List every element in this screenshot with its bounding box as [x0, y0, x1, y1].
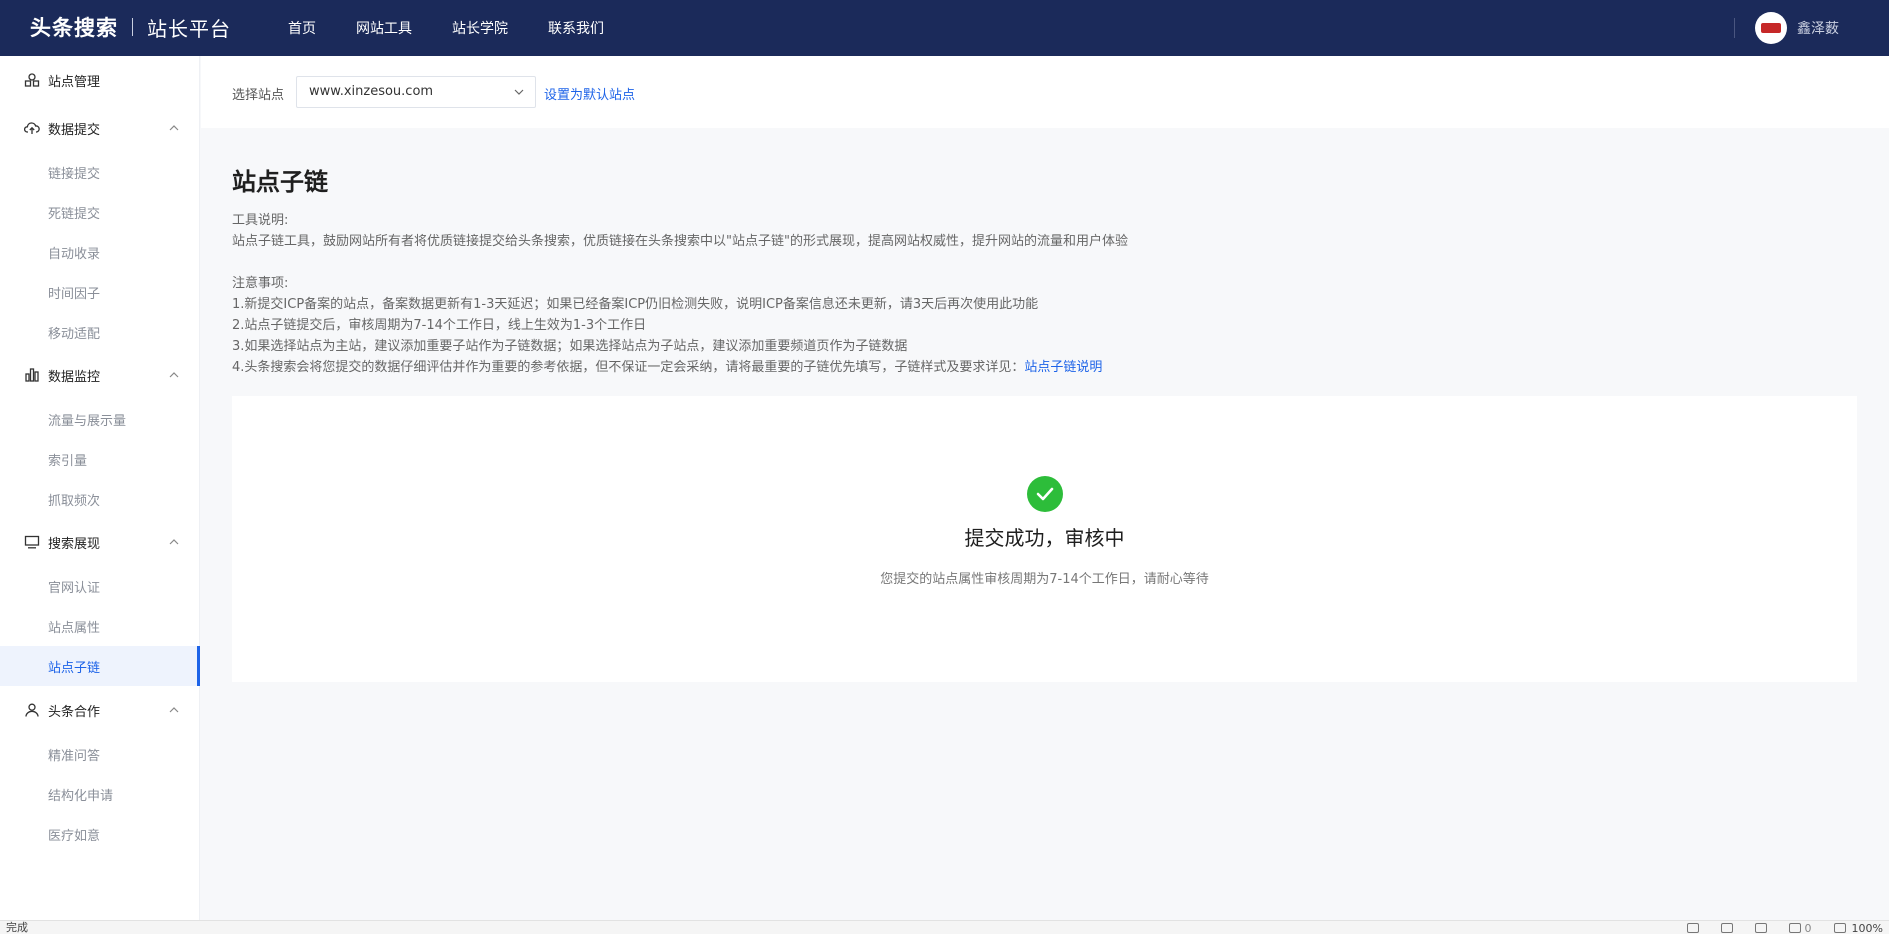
tool-description: 工具说明: 站点子链工具，鼓励网站所有者将优质链接提交给头条搜索，优质链接在头条… — [232, 210, 1857, 378]
sidebar-item-site-sublinks[interactable]: 站点子链 — [0, 646, 200, 686]
sidebar-item-precise-qa[interactable]: 精准问答 — [0, 736, 200, 772]
bar-chart-icon — [25, 368, 39, 382]
sidebar-group-label: 数据监控 — [48, 369, 101, 385]
browser-status-bar: 完成 0 100% — [0, 920, 1889, 934]
notes-heading: 注意事项: — [232, 276, 289, 291]
chevron-up-icon — [169, 125, 179, 131]
sidebar-item-crawl-frequency[interactable]: 抓取频次 — [0, 481, 200, 517]
sidebar-item-label: 流量与展示量 — [48, 413, 127, 429]
tool-desc-heading: 工具说明: — [232, 213, 289, 228]
chevron-up-icon — [169, 539, 179, 545]
page-title: 站点子链 — [232, 168, 328, 196]
result-subtitle: 您提交的站点属性审核周期为7-14个工作日，请耐心等待 — [880, 572, 1209, 587]
tool-desc-text: 站点子链工具，鼓励网站所有者将优质链接提交给头条搜索，优质链接在头条搜索中以"站… — [232, 234, 1128, 249]
nav-home[interactable]: 首页 — [288, 18, 316, 38]
sidebar-item-label: 站点管理 — [48, 74, 101, 90]
brand-sub-text: 站长平台 — [147, 16, 231, 41]
download-icon[interactable] — [1754, 923, 1767, 933]
sidebar-item-medical-ruyi[interactable]: 医疗如意 — [0, 816, 200, 852]
sidebar-item-structured-application[interactable]: 结构化申请 — [0, 776, 200, 812]
speaker-icon[interactable] — [1720, 923, 1733, 933]
sidebar-item-label: 索引量 — [48, 453, 88, 469]
sidebar-item-site-attributes[interactable]: 站点属性 — [0, 608, 200, 644]
note-item: 3.如果选择站点为主站，建议添加重要子站作为子链数据；如果选择站点为子站点，建议… — [232, 339, 908, 354]
sidebar-item-label: 医疗如意 — [48, 828, 101, 844]
sidebar-item-link-submit[interactable]: 链接提交 — [0, 154, 200, 190]
status-text: 完成 — [6, 921, 28, 934]
chevron-down-icon — [514, 89, 524, 95]
sidebar-item-time-factor[interactable]: 时间因子 — [0, 274, 200, 310]
sidebar-group-data-submit[interactable]: 数据提交 — [0, 110, 200, 146]
sidebar-item-label: 站点子链 — [48, 660, 101, 676]
brand-divider — [132, 18, 133, 36]
sidebar-group-toutiao-cooperation[interactable]: 头条合作 — [0, 692, 200, 728]
brand-main-text: 头条搜索 — [30, 16, 118, 40]
success-check-icon — [1027, 476, 1063, 512]
sidebar-group-label: 搜索展现 — [48, 536, 101, 552]
sidebar-item-label: 时间因子 — [48, 286, 101, 302]
sidebar-item-dead-link-submit[interactable]: 死链提交 — [0, 194, 200, 230]
note-item: 1.新提交ICP备案的站点，备案数据更新有1-3天延迟；如果已经备案ICP仍旧检… — [232, 297, 1039, 312]
site-select-label: 选择站点 — [232, 88, 285, 103]
sidebar-group-data-monitor[interactable]: 数据监控 — [0, 357, 200, 393]
sidebar-item-label: 结构化申请 — [48, 788, 114, 804]
nav-webmaster-academy[interactable]: 站长学院 — [452, 18, 508, 38]
note-item-4: 4.头条搜索会将您提交的数据仔细评估并作为重要的参考依据，但不保证一定会采纳，请… — [232, 357, 1857, 378]
sidebar-group-search-display[interactable]: 搜索展现 — [0, 524, 200, 560]
sidebar-item-label: 自动收录 — [48, 246, 101, 262]
sidebar-item-label: 精准问答 — [48, 748, 101, 764]
top-navigation-bar: 头条搜索 站长平台 首页 网站工具 站长学院 联系我们 鑫泽薮 — [0, 0, 1889, 56]
sidebar-item-official-site-cert[interactable]: 官网认证 — [0, 568, 200, 604]
shield-check-icon[interactable] — [1686, 923, 1699, 933]
sidebar-item-label: 站点属性 — [48, 620, 101, 636]
result-title: 提交成功，审核中 — [964, 526, 1125, 550]
note-item-4-text: 4.头条搜索会将您提交的数据仔细评估并作为重要的参考依据，但不保证一定会采纳，请… — [232, 360, 1025, 375]
blocked-count-icon[interactable] — [1788, 923, 1801, 933]
sidebar-item-label: 链接提交 — [48, 166, 101, 182]
avatar-logo-icon — [1761, 23, 1781, 33]
sidebar-item-label: 移动适配 — [48, 326, 101, 342]
nav-site-tools[interactable]: 网站工具 — [356, 18, 412, 38]
chevron-up-icon — [169, 372, 179, 378]
nav-contact-us[interactable]: 联系我们 — [548, 18, 604, 38]
site-manage-icon — [24, 73, 40, 87]
monitor-icon — [24, 535, 40, 549]
avatar[interactable] — [1755, 12, 1787, 44]
status-tray: 0 100% — [1665, 921, 1883, 934]
set-default-site-link[interactable]: 设置为默认站点 — [544, 84, 635, 103]
user-name[interactable]: 鑫泽薮 — [1797, 18, 1839, 38]
zoom-icon[interactable] — [1833, 923, 1846, 933]
user-icon — [25, 703, 39, 717]
sidebar-item-label: 官网认证 — [48, 580, 101, 596]
sidebar-item-index-volume[interactable]: 索引量 — [0, 441, 200, 477]
user-menu[interactable]: 鑫泽薮 — [1734, 10, 1839, 46]
site-select-value: www.xinzesou.com — [309, 84, 434, 99]
sidebar: 站点管理 数据提交 链接提交 死链提交 自动收录 时间因子 移动适配 数据监控 … — [0, 56, 200, 920]
sidebar-group-label: 数据提交 — [48, 122, 101, 138]
site-select-dropdown[interactable]: www.xinzesou.com — [296, 76, 536, 108]
sidebar-item-label: 死链提交 — [48, 206, 101, 222]
main-nav: 首页 网站工具 站长学院 联系我们 — [288, 0, 644, 56]
user-divider — [1734, 18, 1735, 38]
note-item: 2.站点子链提交后，审核周期为7-14个工作日，线上生效为1-3个工作日 — [232, 318, 647, 333]
submit-result-card: 提交成功，审核中 您提交的站点属性审核周期为7-14个工作日，请耐心等待 — [232, 396, 1857, 682]
zoom-level[interactable]: 100% — [1852, 922, 1883, 934]
blocked-count: 0 — [1804, 921, 1812, 934]
cloud-upload-icon — [24, 122, 40, 134]
sidebar-item-label: 抓取频次 — [48, 493, 101, 509]
sidebar-group-label: 头条合作 — [48, 704, 101, 720]
sidebar-item-site-manage[interactable]: 站点管理 — [0, 62, 200, 98]
chevron-up-icon — [169, 707, 179, 713]
brand-logo[interactable]: 头条搜索 站长平台 — [30, 12, 231, 42]
sidebar-item-mobile-adapt[interactable]: 移动适配 — [0, 314, 200, 350]
sidebar-item-auto-index[interactable]: 自动收录 — [0, 234, 200, 270]
site-selector-bar: 选择站点 www.xinzesou.com 设置为默认站点 — [201, 56, 1889, 128]
sidebar-item-traffic[interactable]: 流量与展示量 — [0, 401, 200, 437]
sublink-guide-link[interactable]: 站点子链说明 — [1024, 360, 1102, 375]
